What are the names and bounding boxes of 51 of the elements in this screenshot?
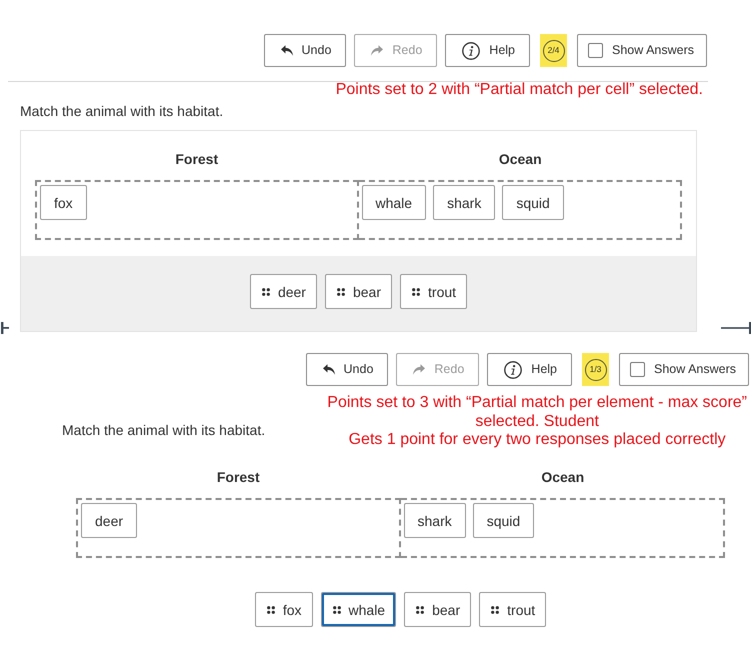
drop-zone[interactable]: deer	[76, 498, 400, 558]
undo-button[interactable]: Undo	[306, 353, 388, 386]
grip-icon	[266, 606, 275, 614]
undo-button[interactable]: Undo	[264, 34, 346, 67]
drag-tile[interactable]: fox	[40, 185, 87, 220]
column-heading: Forest	[216, 468, 261, 487]
grip-icon	[416, 606, 424, 614]
drag-tile[interactable]: shark	[404, 503, 466, 538]
drag-tile[interactable]: shark	[433, 185, 496, 220]
question-prompt: Match the animal with its habitat.	[20, 102, 224, 121]
annotation-text: Points set to 2 with “Partial match per cell” selected.	[336, 81, 703, 100]
redo-icon	[413, 364, 426, 375]
undo-icon	[280, 45, 293, 56]
line-end-icon	[721, 322, 751, 334]
redo-icon	[371, 45, 384, 56]
drag-tile[interactable]: whale	[320, 592, 396, 627]
info-icon	[462, 42, 480, 60]
help-button[interactable]: Help	[487, 353, 572, 386]
drag-tile[interactable]: bear	[324, 274, 392, 309]
drag-tile[interactable]: squid	[472, 503, 534, 538]
info-icon	[504, 360, 522, 378]
drag-tile[interactable]: deer	[81, 503, 138, 538]
drag-tile[interactable]: bear	[404, 592, 472, 627]
line-end-icon	[0, 322, 9, 334]
grip-icon	[412, 288, 420, 296]
drag-tile[interactable]: squid	[502, 185, 564, 220]
score-value: 1/3	[584, 358, 607, 380]
drag-tile[interactable]: trout	[479, 592, 546, 627]
grip-icon	[491, 606, 500, 614]
question-prompt: Match the animal with its habitat.	[62, 421, 266, 440]
drag-tile[interactable]: deer	[250, 274, 317, 309]
undo-icon	[322, 364, 335, 375]
drop-zone[interactable]: whale shark squid	[358, 180, 682, 240]
drop-zone[interactable]: fox	[35, 180, 358, 240]
show-answers-button[interactable]: Show Answers	[577, 34, 707, 67]
help-button[interactable]: Help	[445, 34, 530, 67]
column-heading: Ocean	[540, 468, 586, 487]
drop-zone[interactable]: shark squid	[400, 498, 725, 558]
column-heading: Ocean	[498, 150, 543, 169]
checkbox[interactable]	[588, 43, 604, 58]
drag-tile[interactable]: whale	[362, 185, 426, 220]
annotation-text: Points set to 3 with “Partial match per element - max score” selected. Student Gets 1 point for every two responses placed correctly	[327, 394, 747, 450]
score-value: 2/4	[542, 40, 565, 62]
column-heading: Forest	[174, 150, 220, 169]
grip-icon	[332, 606, 341, 614]
drag-tile[interactable]: trout	[400, 274, 468, 309]
grip-icon	[262, 288, 270, 296]
grip-icon	[336, 288, 345, 296]
show-answers-button[interactable]: Show Answers	[619, 353, 749, 386]
checkbox[interactable]	[630, 362, 646, 377]
drag-tile[interactable]: fox	[254, 592, 313, 627]
